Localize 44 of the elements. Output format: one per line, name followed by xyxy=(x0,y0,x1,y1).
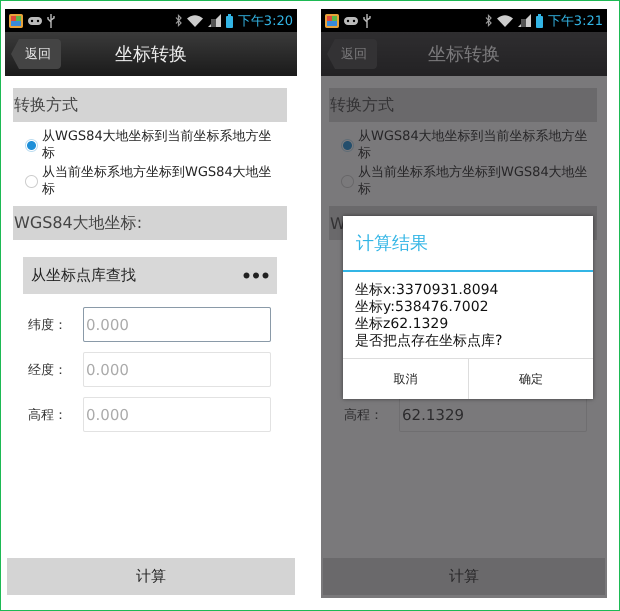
signal-icon xyxy=(208,14,221,27)
wifi-icon xyxy=(186,14,203,26)
option-label: 从WGS84大地坐标到当前坐标系地方坐标 xyxy=(358,128,589,162)
field-label: 经度： xyxy=(28,362,68,378)
field-label: 纬度： xyxy=(28,316,68,334)
status-time: 下午3:20 xyxy=(238,12,293,30)
gamepad-icon xyxy=(28,16,42,26)
input-field[interactable]: 0.000 xyxy=(83,307,271,342)
radio-button[interactable] xyxy=(25,138,38,152)
dialog-text: 坐标z62.1329 xyxy=(355,316,450,333)
option-label: 从WGS84大地坐标到当前坐标系地方坐标 xyxy=(42,128,273,162)
app-icon xyxy=(9,14,23,28)
battery-icon xyxy=(536,14,543,28)
radio-button[interactable] xyxy=(25,174,38,188)
usb-icon xyxy=(47,14,55,28)
screen-title: 坐标转换 xyxy=(115,43,187,66)
bluetooth-icon xyxy=(484,14,492,27)
bluetooth-icon xyxy=(174,14,182,27)
gamepad-icon xyxy=(344,16,358,26)
app-icon xyxy=(325,14,339,28)
usb-icon xyxy=(363,14,371,28)
dialog-button[interactable]: 取消 xyxy=(343,359,468,399)
status-time: 下午3:21 xyxy=(548,12,603,30)
dialog-button[interactable]: 确定 xyxy=(468,359,593,399)
option-label: 从当前坐标系地方坐标到WGS84大地坐标 xyxy=(358,164,589,198)
option-label: 从当前坐标系地方坐标到WGS84大地坐标 xyxy=(42,164,273,198)
signal-icon xyxy=(518,14,531,27)
calculate-button[interactable]: 计算 xyxy=(7,558,295,595)
field-label: 高程： xyxy=(344,406,384,424)
more-icon xyxy=(243,272,269,279)
screen-title: 坐标转换 xyxy=(428,43,500,66)
radio-button[interactable] xyxy=(341,138,354,152)
section-header: 转换方式 xyxy=(13,88,287,122)
dialog-title: 计算结果 xyxy=(343,216,593,272)
battery-icon xyxy=(226,14,233,28)
dialog-text: 是否把点存在坐标点库? xyxy=(355,333,504,350)
field-label: 高程： xyxy=(28,406,68,424)
section-header: WGS84大地坐标: xyxy=(13,206,287,240)
lookup-label: 从坐标点库查找 xyxy=(31,266,136,285)
wifi-icon xyxy=(496,14,513,26)
back-button[interactable]: 返回 xyxy=(11,39,61,69)
lookup-row[interactable]: 从坐标点库查找 xyxy=(23,257,277,294)
dialog-text: 坐标x:3370931.8094 xyxy=(355,282,500,299)
dialog-text: 坐标y:538476.7002 xyxy=(355,299,490,316)
